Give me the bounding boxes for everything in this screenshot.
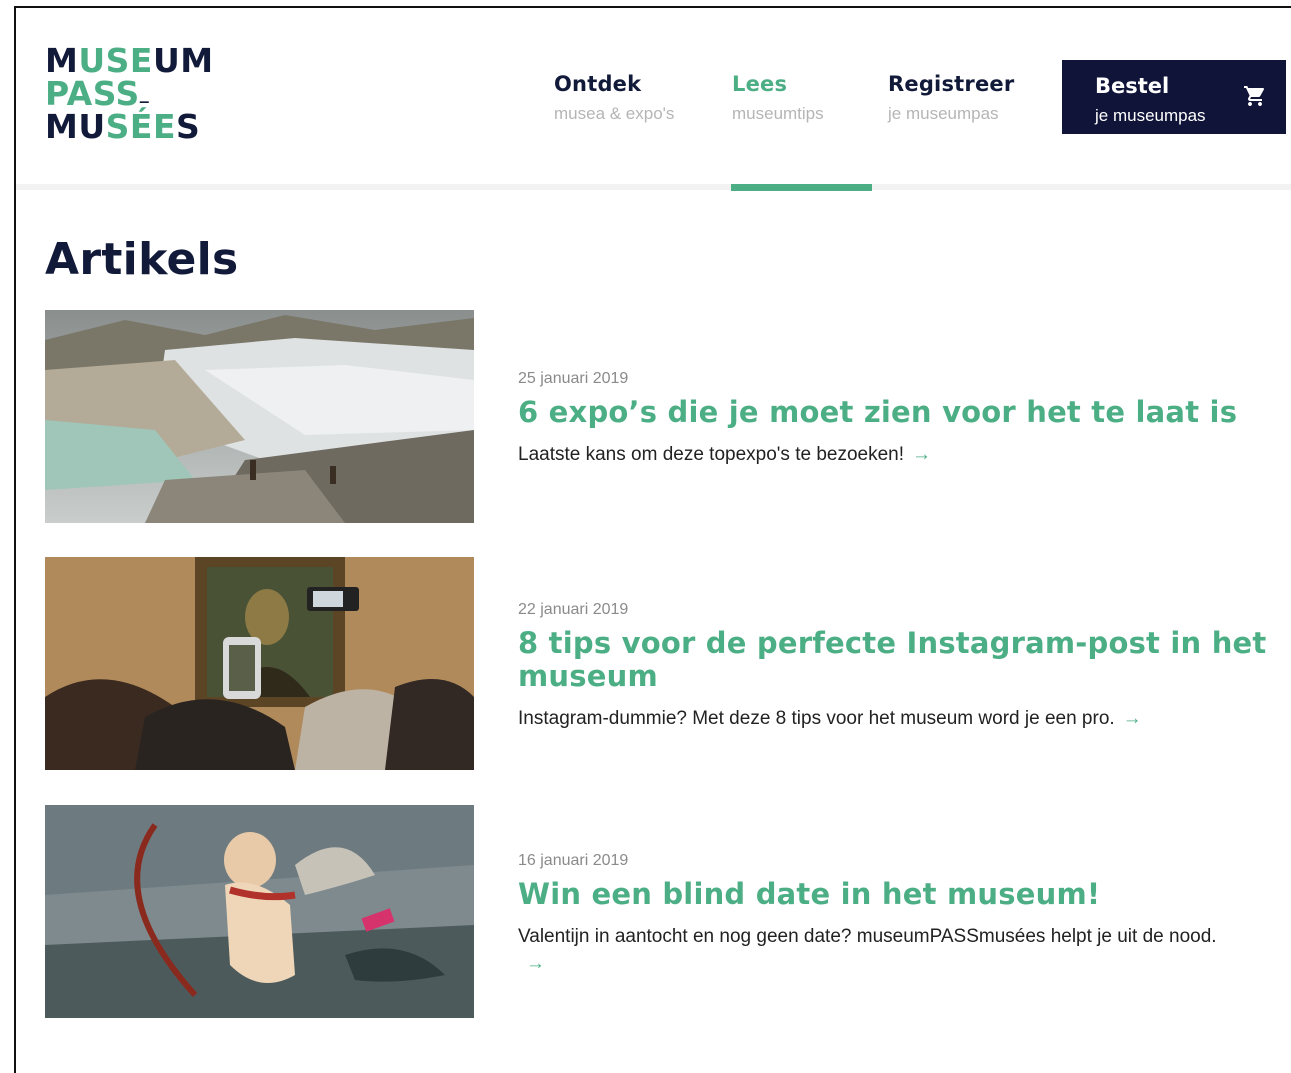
article-meta: 16 januari 2019 Win een blind date in he… — [518, 852, 1278, 977]
article-description: Valentijn in aantocht en nog geen date? … — [518, 926, 1217, 974]
nav-subtitle: je museumpas — [888, 104, 999, 123]
article-thumbnail[interactable] — [45, 557, 474, 770]
header-divider — [16, 184, 1291, 190]
nav-title: Ontdek — [554, 72, 642, 96]
site-logo[interactable]: MUSEUM PASS_ MUSÉES — [45, 44, 214, 143]
article-title[interactable]: 8 tips voor de perfecte Instagram-post i… — [518, 627, 1278, 693]
article-thumbnail[interactable] — [45, 805, 474, 1018]
cupid-painting — [45, 805, 474, 1018]
nav-title: Registreer — [888, 72, 1015, 96]
site-header: MUSEUM PASS_ MUSÉES Ontdek musea & expo'… — [16, 8, 1291, 191]
nav-title: Lees — [732, 72, 788, 96]
mona-lisa-crowd-photo — [45, 557, 474, 770]
article-card[interactable]: 25 januari 2019 6 expo’s die je moet zie… — [45, 310, 1285, 524]
article-title[interactable]: 6 expo’s die je moet zien voor het te la… — [518, 396, 1278, 429]
article-card[interactable]: 16 januari 2019 Win een blind date in he… — [45, 805, 1285, 1019]
nav-item-lees[interactable]: Lees museumtips — [732, 72, 824, 124]
arrow-right-icon[interactable]: → — [1123, 708, 1142, 729]
article-date: 16 januari 2019 — [518, 852, 629, 869]
article-description: Laatste kans om deze topexpo's te bezoek… — [518, 444, 931, 465]
article-title[interactable]: Win een blind date in het museum! — [518, 878, 1278, 911]
article-description: Instagram-dummie? Met deze 8 tips voor h… — [518, 708, 1142, 729]
article-meta: 22 januari 2019 8 tips voor de perfecte … — [518, 601, 1278, 732]
nav-subtitle: musea & expo's — [554, 104, 675, 123]
arrow-right-icon[interactable]: → — [912, 444, 931, 465]
nav-item-registreer[interactable]: Registreer je museumpas — [888, 72, 1014, 124]
active-nav-indicator — [731, 184, 872, 191]
bestel-button[interactable]: Bestel je museumpas — [1062, 60, 1286, 134]
browser-viewport: MUSEUM PASS_ MUSÉES Ontdek musea & expo'… — [14, 6, 1291, 1073]
arrow-right-icon[interactable]: → — [526, 953, 545, 974]
bestel-title: Bestel — [1095, 74, 1170, 98]
nav-subtitle: museumtips — [732, 104, 824, 123]
article-date: 25 januari 2019 — [518, 370, 629, 387]
article-card[interactable]: 22 januari 2019 8 tips voor de perfecte … — [45, 557, 1285, 771]
bestel-subtitle: je museumpas — [1095, 106, 1206, 125]
glacier-photo — [45, 310, 474, 523]
cart-icon — [1244, 86, 1265, 106]
nav-item-ontdek[interactable]: Ontdek musea & expo's — [554, 72, 674, 124]
article-thumbnail[interactable] — [45, 310, 474, 523]
page-title: Artikels — [45, 234, 239, 285]
article-meta: 25 januari 2019 6 expo’s die je moet zie… — [518, 370, 1278, 468]
article-date: 22 januari 2019 — [518, 601, 629, 618]
